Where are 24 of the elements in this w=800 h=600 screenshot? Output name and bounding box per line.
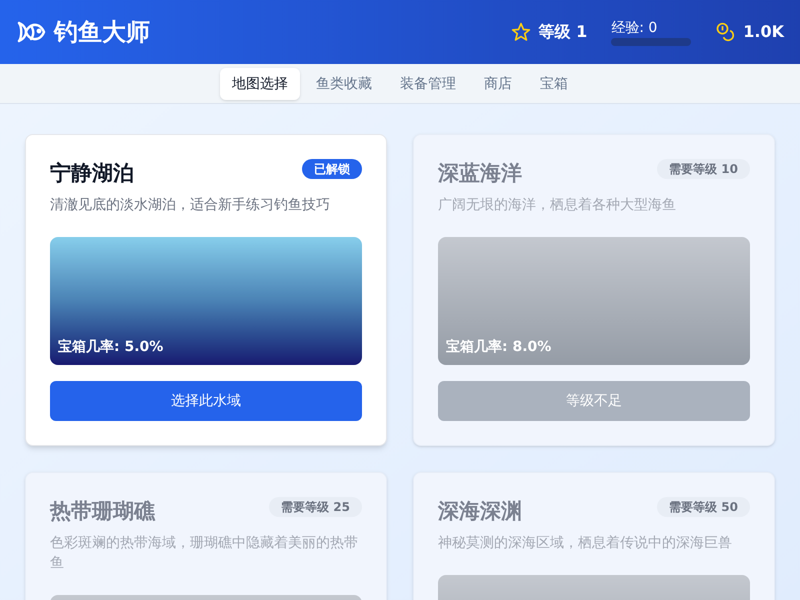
coin-count: 1.0K — [743, 21, 784, 43]
map-description: 色彩斑斓的热带海域，珊瑚礁中隐藏着美丽的热带鱼 — [50, 534, 359, 573]
nav-tab[interactable]: 地图选择 — [220, 68, 300, 100]
status-badge: 已解锁 — [302, 159, 362, 179]
map-description: 清澈见底的淡水湖泊，适合新手练习钓鱼技巧 — [50, 196, 331, 215]
select-button[interactable]: 选择此水域 — [50, 381, 362, 421]
nav-tab[interactable]: 装备管理 — [388, 68, 468, 100]
app-title: 钓鱼大师 — [54, 17, 150, 48]
map-title: 宁静湖泊 — [50, 160, 134, 187]
chest-rate: 宝箱几率: 5.0% — [58, 338, 164, 357]
nav-tab[interactable]: 宝箱 — [528, 68, 580, 100]
map-title: 热带珊瑚礁 — [50, 498, 155, 525]
map-description: 广阔无垠的海洋，栖息着各种大型海鱼 — [438, 196, 677, 215]
nav-tab[interactable]: 商店 — [472, 68, 524, 100]
status-badge: 需要等级 25 — [269, 497, 362, 517]
map-title: 深蓝海洋 — [438, 160, 522, 187]
nav-tab[interactable]: 鱼类收藏 — [304, 68, 384, 100]
exp-label: 经验: 0 — [611, 19, 658, 38]
status-badge: 需要等级 10 — [657, 159, 750, 179]
map-title: 深海深渊 — [438, 498, 522, 525]
map-description: 神秘莫测的深海区域，栖息着传说中的深海巨兽 — [438, 534, 733, 553]
player-level: 等级 1 — [538, 21, 588, 43]
status-badge: 需要等级 50 — [657, 497, 750, 517]
chest-rate: 宝箱几率: 8.0% — [446, 338, 552, 357]
